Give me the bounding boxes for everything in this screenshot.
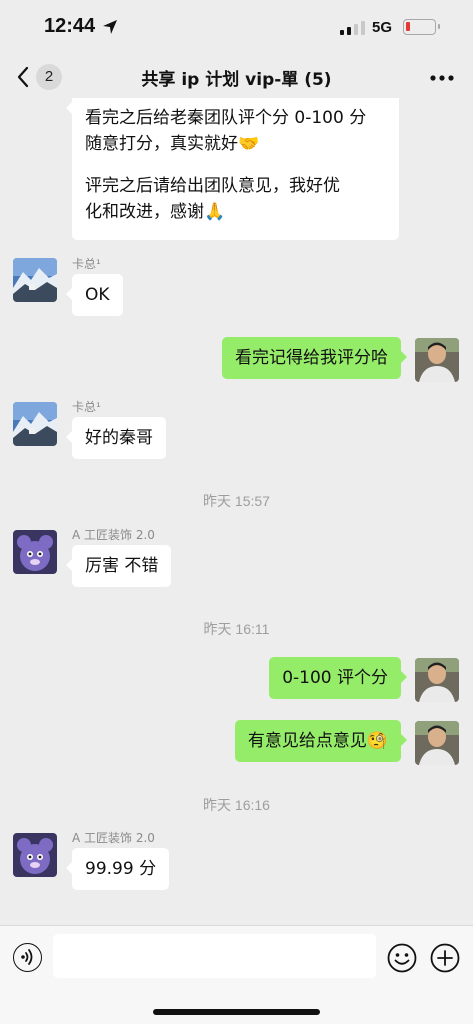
message-bubble[interactable]: 好的秦哥 xyxy=(66,417,166,459)
message-bubble[interactable]: 有意见给点意见🧐 xyxy=(234,720,408,762)
message-bubble[interactable]: 看完记得给我评分哈 xyxy=(222,337,407,379)
voice-icon[interactable] xyxy=(13,943,42,972)
network-type: 5G xyxy=(372,19,393,36)
sender-name: 卡总¹ xyxy=(72,400,101,414)
message-bubble[interactable]: OK xyxy=(66,274,123,316)
sender-name: A 工匠装饰 2.0 xyxy=(72,528,155,542)
avatar[interactable] xyxy=(13,258,57,302)
avatar-cartoon-image xyxy=(13,833,57,877)
status-bar: 12:44 5G xyxy=(0,0,473,50)
location-arrow-icon xyxy=(103,20,117,34)
avatar[interactable] xyxy=(415,658,459,702)
timestamp: 昨天 15:57 xyxy=(203,493,270,509)
message-line: 化和改进，感谢🙏 xyxy=(85,202,226,222)
avatar-person-image xyxy=(415,721,459,765)
avatar[interactable] xyxy=(415,721,459,765)
avatar-person-image xyxy=(415,658,459,702)
signal-icon xyxy=(340,21,365,35)
timestamp: 昨天 16:16 xyxy=(203,797,270,813)
home-indicator xyxy=(153,1009,320,1015)
avatar-mountain-image xyxy=(13,402,57,446)
avatar[interactable] xyxy=(13,402,57,446)
emoji-icon[interactable] xyxy=(387,943,417,973)
message-bubble[interactable]: 0-100 评个分 xyxy=(269,657,407,699)
message-input[interactable] xyxy=(53,934,376,978)
avatar-cartoon-image xyxy=(13,530,57,574)
avatar[interactable] xyxy=(415,338,459,382)
timestamp: 昨天 16:11 xyxy=(203,621,270,637)
chat-title: 共享 ip 计划 vip-單 (5) xyxy=(141,70,332,90)
avatar-person-image xyxy=(415,338,459,382)
message-bubble[interactable]: 看完之后给老秦团队评个分 0-100 分 随意打分，真实就好🤝 评完之后请给出团… xyxy=(66,98,399,240)
message-line: 评完之后请给出团队意见，我好优 xyxy=(85,176,340,196)
avatar-mountain-image xyxy=(13,258,57,302)
message-line-gap xyxy=(85,157,386,173)
nav-bar: 2 共享 ip 计划 vip-單 (5) xyxy=(0,58,473,98)
avatar[interactable] xyxy=(13,530,57,574)
status-time: 12:44 xyxy=(44,15,96,37)
battery-level xyxy=(406,22,410,31)
voice-wave-icon xyxy=(21,949,33,965)
avatar[interactable] xyxy=(13,833,57,877)
more-horizontal-icon[interactable] xyxy=(430,75,454,81)
input-bar xyxy=(0,925,473,1024)
sender-name: 卡总¹ xyxy=(72,257,101,271)
plus-icon[interactable] xyxy=(430,943,460,973)
battery-icon xyxy=(403,19,440,35)
sender-name: A 工匠装饰 2.0 xyxy=(72,831,155,845)
message-bubble[interactable]: 厉害 不错 xyxy=(65,545,172,587)
message-line: 随意打分，真实就好🤝 xyxy=(85,134,260,154)
chat-area[interactable]: 看完之后给老秦团队评个分 0-100 分 随意打分，真实就好🤝 评完之后请给出团… xyxy=(0,98,473,925)
message-line: 看完之后给老秦团队评个分 0-100 分 xyxy=(85,108,367,128)
message-bubble[interactable]: 99.99 分 xyxy=(65,848,170,890)
